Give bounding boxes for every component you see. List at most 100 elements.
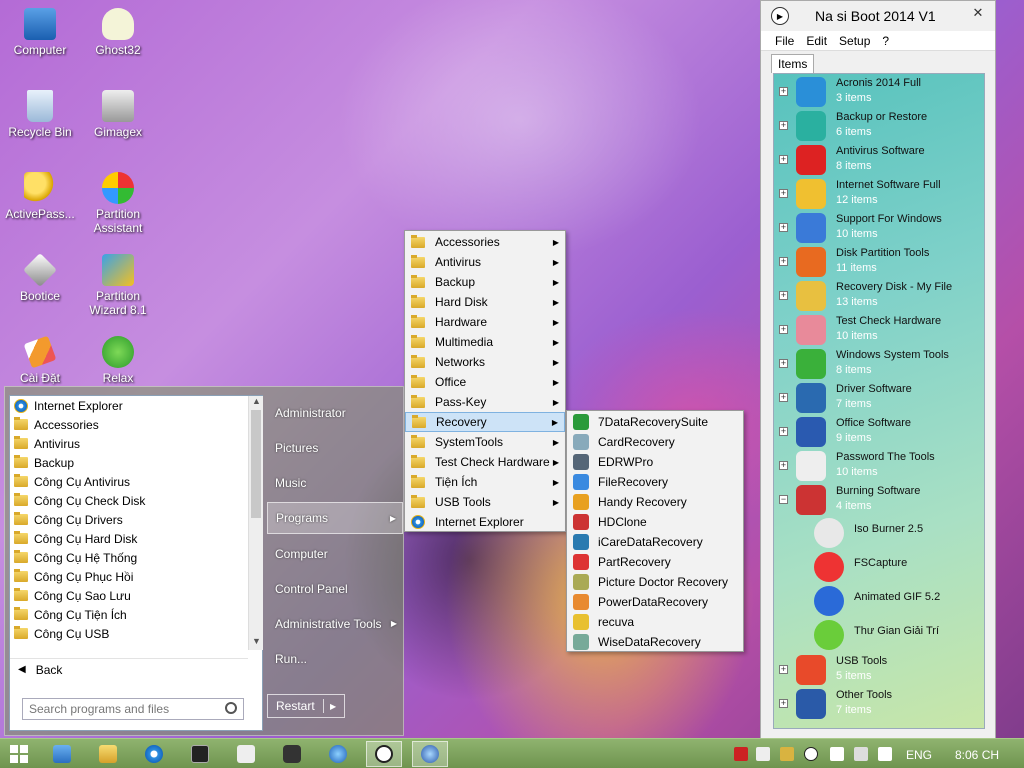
tree-node[interactable]: + Antivirus Software 8 items	[774, 142, 984, 176]
programs-menu-item[interactable]: Multimedia ▶	[405, 332, 565, 352]
program-list-item[interactable]: Công Cụ Antivirus	[10, 472, 248, 491]
expand-icon[interactable]: +	[779, 359, 788, 368]
programs-menu-item[interactable]: Tiện Ích ▶	[405, 472, 565, 492]
taskbar-network-button[interactable]	[44, 741, 80, 767]
taskbar-ie-button[interactable]	[136, 741, 172, 767]
program-list-item[interactable]: Công Cụ Drivers	[10, 510, 248, 529]
tray-battery-icon[interactable]	[830, 747, 844, 761]
program-list-item[interactable]: Công Cụ Hệ Thống	[10, 548, 248, 567]
recovery-menu-item[interactable]: CardRecovery	[567, 432, 743, 452]
tree-node[interactable]: + Office Software 9 items	[774, 414, 984, 448]
expand-icon[interactable]: +	[779, 155, 788, 164]
recovery-menu-item[interactable]: 7DataRecoverySuite	[567, 412, 743, 432]
expand-icon[interactable]: +	[779, 257, 788, 266]
programs-menu-item[interactable]: Antivirus ▶	[405, 252, 565, 272]
programs-menu-item[interactable]: SystemTools ▶	[405, 432, 565, 452]
menu-edit[interactable]: Edit	[806, 34, 827, 48]
recovery-menu-item[interactable]: Picture Doctor Recovery	[567, 572, 743, 592]
tray-play-icon[interactable]	[804, 747, 818, 761]
tree-node[interactable]: + Acronis 2014 Full 3 items	[774, 74, 984, 108]
desktop-icon-recycle-bin[interactable]: Recycle Bin	[0, 90, 80, 139]
tree-node[interactable]: + USB Tools 5 items	[774, 652, 984, 686]
desktop-icon-computer[interactable]: Computer	[0, 8, 80, 57]
tree-node[interactable]: + Other Tools 7 items	[774, 686, 984, 720]
tray-wand-icon[interactable]	[780, 747, 794, 761]
programs-menu-item[interactable]: Backup ▶	[405, 272, 565, 292]
tree-child-item[interactable]: Thư Gian Giải Trí	[814, 618, 984, 652]
desktop-icon-cai-dat[interactable]: Cài Đặt	[0, 335, 80, 385]
programs-menu-item[interactable]: Recovery ▶	[405, 412, 565, 432]
tray-pen-icon[interactable]	[756, 747, 770, 761]
start-item-run[interactable]: Run...	[267, 641, 403, 676]
start-item-computer[interactable]: Computer	[267, 536, 403, 571]
desktop-icon-ghost32[interactable]: Ghost32	[78, 8, 158, 57]
recovery-menu-item[interactable]: recuva	[567, 612, 743, 632]
menu-file[interactable]: File	[775, 34, 794, 48]
program-list-item[interactable]: Công Cụ Hard Disk	[10, 529, 248, 548]
programs-menu-item[interactable]: USB Tools ▶	[405, 492, 565, 512]
tray-flag-icon[interactable]	[734, 747, 748, 761]
expand-icon[interactable]: +	[779, 189, 788, 198]
taskbar-nasiboot-button[interactable]	[366, 741, 402, 767]
start-item-programs[interactable]: Programs ▶	[267, 502, 403, 534]
expand-icon[interactable]: +	[779, 461, 788, 470]
restart-button[interactable]: Restart ▶	[267, 694, 345, 718]
expand-icon[interactable]: +	[779, 393, 788, 402]
desktop-icon-gimagex[interactable]: Gimagex	[78, 90, 158, 139]
programs-menu-item[interactable]: Pass-Key ▶	[405, 392, 565, 412]
expand-icon[interactable]: +	[779, 291, 788, 300]
taskbar-tool-button[interactable]	[228, 741, 264, 767]
tree-node[interactable]: + Internet Software Full 12 items	[774, 176, 984, 210]
search-input[interactable]: Search programs and files	[22, 698, 244, 720]
tree-node[interactable]: + Support For Windows 10 items	[774, 210, 984, 244]
program-list-scrollbar[interactable]: ▲ ▼	[248, 396, 263, 650]
restart-options-arrow-icon[interactable]: ▶	[324, 702, 336, 711]
expand-icon[interactable]: +	[779, 665, 788, 674]
windows-start-icon[interactable]	[10, 745, 28, 763]
recovery-menu-item[interactable]: PartRecovery	[567, 552, 743, 572]
recovery-menu-item[interactable]: WiseDataRecovery	[567, 632, 743, 652]
program-list-item[interactable]: Antivirus	[10, 434, 248, 453]
expand-icon[interactable]: +	[779, 87, 788, 96]
tray-clock[interactable]: 8:06 CH	[955, 748, 999, 762]
recovery-menu-item[interactable]: FileRecovery	[567, 472, 743, 492]
taskbar-camera-button[interactable]	[274, 741, 310, 767]
recovery-menu-item[interactable]: PowerDataRecovery	[567, 592, 743, 612]
start-item-administrator[interactable]: Administrator	[267, 395, 403, 430]
programs-menu-item[interactable]: Networks ▶	[405, 352, 565, 372]
program-list-item[interactable]: Công Cụ Tiện Ích	[10, 605, 248, 624]
tray-keyboard-icon[interactable]	[854, 747, 868, 761]
collapse-icon[interactable]: −	[779, 495, 788, 504]
start-item-pictures[interactable]: Pictures	[267, 430, 403, 465]
tree-node[interactable]: + Password The Tools 10 items	[774, 448, 984, 482]
expand-icon[interactable]: +	[779, 223, 788, 232]
program-list-item[interactable]: Công Cụ Phục Hồi	[10, 567, 248, 586]
close-icon[interactable]: ✕	[969, 5, 987, 23]
tray-volume-icon[interactable]	[878, 747, 892, 761]
program-list-item[interactable]: Công Cụ Check Disk	[10, 491, 248, 510]
taskbar-explorer-button[interactable]	[90, 741, 126, 767]
tree-node[interactable]: + Recovery Disk - My File 13 items	[774, 278, 984, 312]
recovery-menu-item[interactable]: HDClone	[567, 512, 743, 532]
tab-items[interactable]: Items	[771, 54, 815, 73]
desktop-icon-relax[interactable]: Relax	[78, 336, 158, 385]
start-item-control-panel[interactable]: Control Panel	[267, 571, 403, 606]
desktop-icon-partition-wizard[interactable]: Partition Wizard 8.1	[78, 254, 158, 317]
programs-menu-item[interactable]: Internet Explorer	[405, 512, 565, 532]
desktop-icon-activepass[interactable]: ActivePass...	[0, 172, 80, 221]
programs-menu-item[interactable]: Test Check Hardware ▶	[405, 452, 565, 472]
scroll-down-icon[interactable]: ▼	[249, 636, 264, 650]
tree-child-item[interactable]: Animated GIF 5.2	[814, 584, 984, 618]
programs-menu-item[interactable]: Accessories ▶	[405, 232, 565, 252]
recovery-menu-item[interactable]: iCareDataRecovery	[567, 532, 743, 552]
program-list-item[interactable]: Accessories	[10, 415, 248, 434]
recovery-menu-item[interactable]: EDRWPro	[567, 452, 743, 472]
tree-node[interactable]: + Windows System Tools 8 items	[774, 346, 984, 380]
desktop-icon-bootice[interactable]: Bootice	[0, 253, 80, 303]
programs-menu-item[interactable]: Hardware ▶	[405, 312, 565, 332]
programs-menu-item[interactable]: Hard Disk ▶	[405, 292, 565, 312]
tree-node[interactable]: − Burning Software 4 items	[774, 482, 984, 516]
menu-setup[interactable]: Setup	[839, 34, 870, 48]
expand-icon[interactable]: +	[779, 121, 788, 130]
tray-language[interactable]: ENG	[906, 748, 932, 762]
